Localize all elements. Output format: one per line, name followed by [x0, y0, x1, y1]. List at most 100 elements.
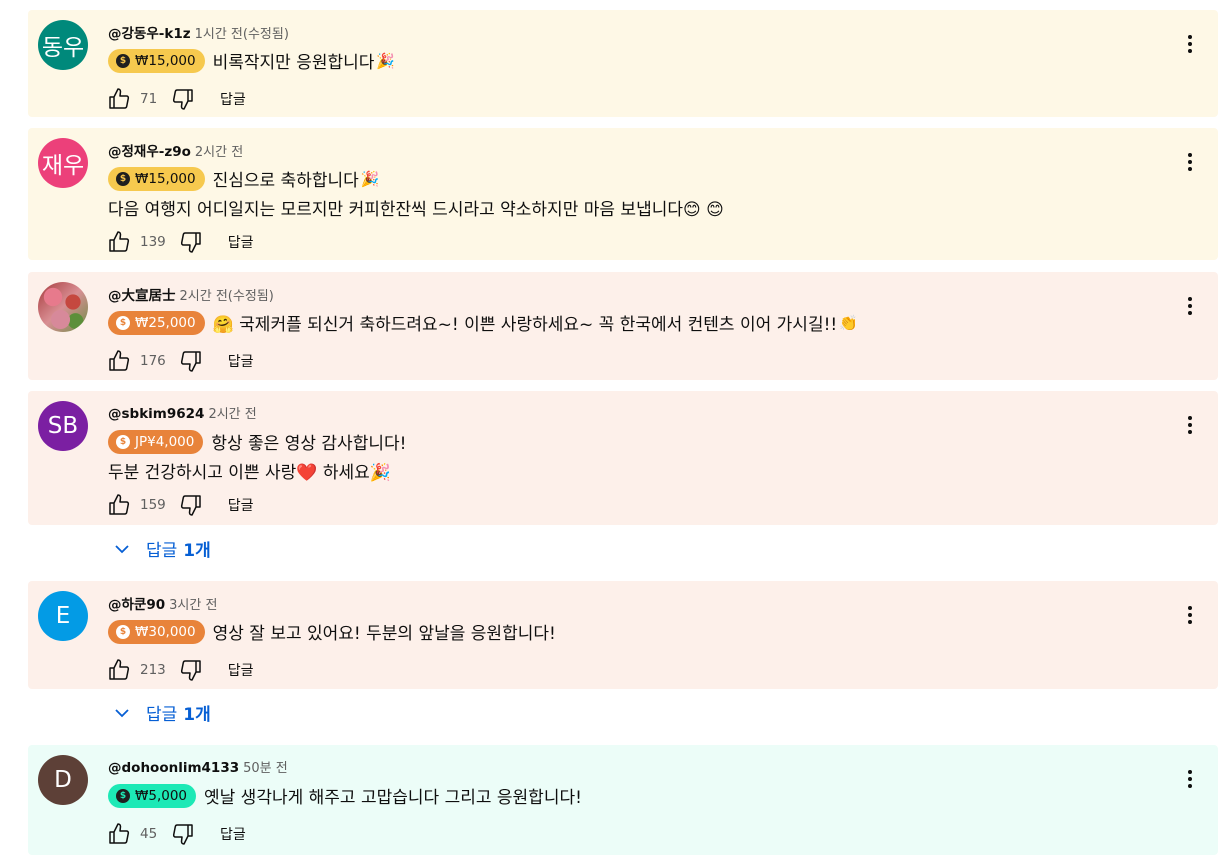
replies-label: 답글 — [146, 705, 178, 725]
thumb-down-icon — [180, 495, 201, 516]
thumb-up-icon — [109, 494, 130, 515]
more-actions-icon[interactable] — [1178, 413, 1202, 437]
like-button[interactable] — [106, 86, 132, 112]
thumb-up-icon — [109, 350, 130, 371]
dislike-button[interactable] — [178, 657, 204, 683]
dislike-button[interactable] — [170, 86, 196, 112]
avatar[interactable]: 재우 — [38, 138, 88, 188]
superchat-amount-badge: $ ₩15,000 — [108, 166, 205, 191]
like-count: 176 — [140, 353, 166, 369]
superchat-comment: @大宣居士 2시간 전(수정됨) $ ₩25,000 🤗 국제커플 되신거 축하드려… — [28, 272, 1218, 380]
timestamp[interactable]: 2시간 전 — [208, 407, 256, 422]
like-count: 213 — [140, 662, 166, 678]
superchat-amount-badge: $ ₩30,000 — [108, 619, 205, 644]
avatar[interactable]: 동우 — [38, 20, 88, 70]
superchat-comment: SB @sbkim9624 2시간 전 $ JP¥4,000 항상 좋은 영상 감사… — [28, 391, 1218, 525]
superchat-amount-badge: $ JP¥4,000 — [108, 429, 204, 454]
comment-text-line-2: 두분 건강하시고 이쁜 사랑❤️ 하세요🎉 — [108, 463, 391, 483]
author-name[interactable]: @하쿤90 — [108, 597, 165, 613]
comment-actions: 139 답글 — [106, 229, 254, 255]
reply-button[interactable]: 답글 — [228, 232, 254, 252]
avatar[interactable] — [38, 282, 88, 332]
coin-icon: $ — [116, 624, 130, 639]
thumb-up-icon — [109, 88, 130, 109]
superchat-comment: 동우 @강동우-k1z 1시간 전(수정됨) $ ₩15,000 비록작지만 응원합… — [28, 10, 1218, 117]
superchat-amount-badge: $ ₩5,000 — [108, 783, 196, 808]
avatar[interactable]: D — [38, 755, 88, 805]
reply-button[interactable]: 답글 — [220, 824, 246, 844]
replies-count: 1개 — [183, 705, 211, 725]
author-name[interactable]: @dohoonlim4133 — [108, 760, 239, 776]
superchat-amount-badge: $ ₩15,000 — [108, 48, 205, 73]
coin-icon: $ — [116, 788, 130, 803]
comment-header: @정재우-z9o 2시간 전 — [108, 140, 243, 160]
comment-text: 영상 잘 보고 있어요! 두분의 앞날을 응원합니다! — [212, 624, 556, 644]
thumb-down-icon — [172, 824, 193, 845]
author-name[interactable]: @sbkim9624 — [108, 406, 204, 422]
thumb-down-icon — [180, 232, 201, 253]
thumb-down-icon — [172, 89, 193, 110]
party-popper-emoji: 🎉 — [360, 170, 380, 188]
comment-actions: 71 답글 — [106, 86, 246, 112]
timestamp[interactable]: 2시간 전 — [195, 145, 243, 160]
like-count: 159 — [140, 497, 166, 513]
timestamp[interactable]: 1시간 전(수정됨) — [195, 27, 289, 42]
author-name[interactable]: @大宣居士 — [108, 288, 176, 304]
comment-text: 항상 좋은 영상 감사합니다! — [211, 434, 407, 454]
comment-header: @大宣居士 2시간 전(수정됨) — [108, 284, 274, 304]
view-replies-button[interactable]: 답글 1개 — [112, 700, 211, 725]
author-name[interactable]: @정재우-z9o — [108, 144, 191, 160]
superchat-comment: E @하쿤90 3시간 전 $ ₩30,000 영상 잘 보고 있어요! 두분의 앞… — [28, 581, 1218, 689]
replies-count: 1개 — [183, 541, 211, 561]
like-button[interactable] — [106, 821, 132, 847]
coin-icon: $ — [116, 315, 130, 330]
more-actions-icon[interactable] — [1178, 294, 1202, 318]
thumb-up-icon — [109, 659, 130, 680]
comment-text: 🤗 국제커플 되신거 축하드려요~! 이쁜 사랑하세요~ 꼭 한국에서 컨텐츠 … — [212, 315, 838, 335]
timestamp[interactable]: 2시간 전(수정됨) — [180, 289, 274, 304]
reply-button[interactable]: 답글 — [220, 89, 246, 109]
timestamp[interactable]: 50분 전 — [243, 761, 288, 776]
thumb-up-icon — [109, 823, 130, 844]
thumb-up-icon — [109, 231, 130, 252]
comment-text: 옛날 생각나게 해주고 고맙습니다 그리고 응원합니다! — [204, 788, 582, 808]
comment-text-line-2: 다음 여행지 어디일지는 모르지만 커피한잔씩 드시라고 약소하지만 마음 보냅… — [108, 200, 724, 220]
comment-header: @하쿤90 3시간 전 — [108, 593, 217, 613]
like-button[interactable] — [106, 657, 132, 683]
like-count: 139 — [140, 234, 166, 250]
more-actions-icon[interactable] — [1178, 32, 1202, 56]
dislike-button[interactable] — [178, 229, 204, 255]
chevron-down-icon — [115, 708, 129, 717]
dislike-button[interactable] — [170, 821, 196, 847]
comment-actions: 176 답글 — [106, 348, 254, 374]
reply-button[interactable]: 답글 — [228, 351, 254, 371]
like-button[interactable] — [106, 492, 132, 518]
reply-button[interactable]: 답글 — [228, 660, 254, 680]
coin-icon: $ — [116, 434, 130, 449]
thumb-down-icon — [180, 351, 201, 372]
dislike-button[interactable] — [178, 492, 204, 518]
more-actions-icon[interactable] — [1178, 603, 1202, 627]
reply-button[interactable]: 답글 — [228, 495, 254, 515]
more-actions-icon[interactable] — [1178, 767, 1202, 791]
avatar[interactable]: E — [38, 591, 88, 641]
chevron-down-icon — [115, 544, 129, 553]
view-replies-button[interactable]: 답글 1개 — [112, 536, 211, 561]
author-name[interactable]: @강동우-k1z — [108, 26, 191, 42]
like-button[interactable] — [106, 229, 132, 255]
comment-header: @강동우-k1z 1시간 전(수정됨) — [108, 22, 289, 42]
comment-header: @dohoonlim4133 50분 전 — [108, 757, 288, 776]
comment-text: 진심으로 축하합니다 — [212, 171, 359, 191]
superchat-comment: D @dohoonlim4133 50분 전 $ ₩5,000 옛날 생각나게 해주… — [28, 745, 1218, 855]
like-count: 71 — [140, 91, 158, 107]
comment-actions: 213 답글 — [106, 657, 254, 683]
avatar[interactable]: SB — [38, 401, 88, 451]
comment-header: @sbkim9624 2시간 전 — [108, 403, 257, 422]
timestamp[interactable]: 3시간 전 — [169, 598, 217, 613]
like-button[interactable] — [106, 348, 132, 374]
dislike-button[interactable] — [178, 348, 204, 374]
party-popper-emoji: 🎉 — [376, 52, 396, 70]
superchat-comment: 재우 @정재우-z9o 2시간 전 $ ₩15,000 진심으로 축하합니다 🎉 다음… — [28, 128, 1218, 260]
more-actions-icon[interactable] — [1178, 150, 1202, 174]
coin-icon: $ — [116, 53, 130, 68]
